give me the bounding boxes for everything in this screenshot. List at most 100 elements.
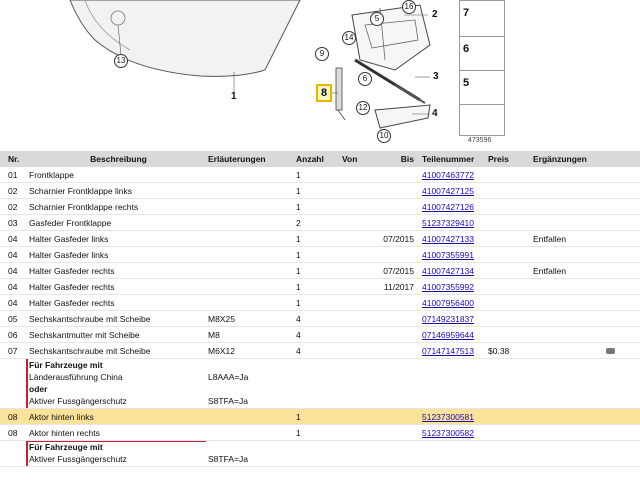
small-part-5[interactable]: 5 <box>460 71 504 105</box>
callout-13[interactable]: 13 <box>114 54 128 68</box>
cell-anz: 1 <box>296 297 301 308</box>
cell-part: 41007463772 <box>422 170 488 180</box>
callout-3[interactable]: 3 <box>433 71 439 82</box>
condition-block-1: Für Fahrzeuge mit Länderausführung China… <box>0 359 640 409</box>
table-body-2: 08 Aktor hinten links 1 51237300581 08 Aktor … <box>0 409 640 441</box>
part-number-link[interactable]: 07146959644 <box>422 330 474 340</box>
table-row[interactable]: 04 Halter Gasfeder rechts 1 41007956400 <box>0 295 640 311</box>
cell-desc: Halter Gasfeder rechts <box>29 281 115 292</box>
part-number-link[interactable]: 41007956400 <box>422 298 474 308</box>
cell-bis: 11/2017 <box>383 281 414 292</box>
callout-12[interactable]: 12 <box>356 101 370 115</box>
part-number-link[interactable]: 51237300582 <box>422 428 474 438</box>
table-row[interactable]: 04 Halter Gasfeder rechts 1 07/2015 41007427… <box>0 263 640 279</box>
cell-nr: 01 <box>8 169 18 180</box>
table-row[interactable]: 04 Halter Gasfeder links 1 41007355991 <box>0 247 640 263</box>
cond2-option: Aktiver Fussgängerschutz <box>29 454 127 464</box>
cell-part: 41007427125 <box>422 186 488 196</box>
cell-anz: 1 <box>296 249 301 260</box>
callout-14[interactable]: 14 <box>342 31 356 45</box>
part-number-link[interactable]: 51237329410 <box>422 218 474 228</box>
hood-illustration <box>69 0 499 133</box>
callout-9[interactable]: 9 <box>315 47 329 61</box>
cell-nr: 07 <box>8 345 18 356</box>
cell-nr: 05 <box>8 313 18 324</box>
part-number-link[interactable]: 51237300581 <box>422 412 474 422</box>
cond1-option: Länderausführung China <box>29 372 123 382</box>
part-number-link[interactable]: 41007463772 <box>422 170 474 180</box>
cell-anz: 1 <box>296 427 301 438</box>
callout-1[interactable]: 1 <box>231 91 237 102</box>
table-row[interactable]: 01 Frontklappe 1 41007463772 <box>0 167 640 183</box>
cell-anz: 4 <box>296 345 301 356</box>
part-number-link[interactable]: 41007427133 <box>422 234 474 244</box>
cell-desc: Halter Gasfeder rechts <box>29 297 115 308</box>
small-part-6[interactable]: 6 <box>460 37 504 71</box>
cell-part: 41007427126 <box>422 202 488 212</box>
table-row[interactable]: 03 Gasfeder Frontklappe 2 51237329410 <box>0 215 640 231</box>
cell-part: 07146959644 <box>422 330 488 340</box>
part-number-link[interactable]: 07147147513 <box>422 346 474 356</box>
table-row[interactable]: 06 Sechskantmutter mit Scheibe M8 4 07146959… <box>0 327 640 343</box>
cell-bis: 07/2015 <box>383 265 414 276</box>
parts-diagram: 13 1 9 14 6 5 16 2 3 8 12 4 10 7 6 5 473… <box>0 0 640 150</box>
cell-part: 41007355991 <box>422 250 488 260</box>
callout-5[interactable]: 5 <box>370 12 384 26</box>
cell-part: 51237300581 <box>422 412 488 422</box>
cell-desc: Aktor hinten links <box>29 411 94 422</box>
cell-desc: Gasfeder Frontklappe <box>29 217 112 228</box>
cell-anz: 1 <box>296 169 301 180</box>
part-number-link[interactable]: 41007427134 <box>422 266 474 276</box>
part-number-link[interactable]: 41007355991 <box>422 250 474 260</box>
part-number-link[interactable]: 07149231837 <box>422 314 474 324</box>
header-erg: Ergänzungen <box>533 154 587 164</box>
table-row[interactable]: 08 Aktor hinten rechts 1 51237300582 <box>0 425 640 441</box>
cond2-title: Für Fahrzeuge mit <box>29 442 103 452</box>
callout-8-highlighted[interactable]: 8 <box>316 84 332 102</box>
header-desc: Beschreibung <box>90 154 147 164</box>
cell-part: 41007427134 <box>422 266 488 276</box>
cell-nr: 08 <box>8 411 18 422</box>
table-row[interactable]: 05 Sechskantschraube mit Scheibe M8X25 4 071… <box>0 311 640 327</box>
callout-6[interactable]: 6 <box>358 72 372 86</box>
table-row[interactable]: 04 Halter Gasfeder links 1 07/2015 410074271… <box>0 231 640 247</box>
cond1-or: oder <box>29 384 48 394</box>
table-row[interactable]: 07 Sechskantschraube mit Scheibe M6X12 4 071… <box>0 343 640 359</box>
table-header: Nr. Beschreibung Erläuterungen Anzahl Vo… <box>0 151 640 167</box>
cell-bis: 07/2015 <box>383 233 414 244</box>
callout-16[interactable]: 16 <box>402 0 416 14</box>
part-number-link[interactable]: 41007427126 <box>422 202 474 212</box>
cart-icon[interactable] <box>606 347 615 354</box>
header-preis: Preis <box>488 154 509 164</box>
cell-part: 41007427133 <box>422 234 488 244</box>
cell-desc: Halter Gasfeder rechts <box>29 265 115 276</box>
cell-anz: 1 <box>296 265 301 276</box>
callout-4[interactable]: 4 <box>432 108 438 119</box>
table-row[interactable]: 04 Halter Gasfeder rechts 1 11/2017 41007355… <box>0 279 640 295</box>
table-row[interactable]: 02 Scharnier Frontklappe rechts 1 410074271… <box>0 199 640 215</box>
header-part: Teilenummer <box>422 154 475 164</box>
cell-erg: Entfallen <box>533 233 567 244</box>
header-nr: Nr. <box>8 154 20 164</box>
cell-desc: Halter Gasfeder links <box>29 249 109 260</box>
cell-part: 41007355992 <box>422 282 488 292</box>
cell-desc: Aktor hinten rechts <box>29 427 100 438</box>
table-row[interactable]: 02 Scharnier Frontklappe links 1 4100742712… <box>0 183 640 199</box>
table-row-highlighted[interactable]: 08 Aktor hinten links 1 51237300581 <box>0 409 640 425</box>
cell-erl: M8 <box>208 329 220 340</box>
cell-anz: 1 <box>296 281 301 292</box>
cell-nr: 02 <box>8 201 18 212</box>
cell-anz: 4 <box>296 313 301 324</box>
callout-10[interactable]: 10 <box>377 129 391 143</box>
cell-nr: 04 <box>8 297 18 308</box>
callout-2[interactable]: 2 <box>432 9 438 20</box>
header-von: Von <box>342 154 358 164</box>
part-number-link[interactable]: 41007427125 <box>422 186 474 196</box>
cell-nr: 06 <box>8 329 18 340</box>
cond1-title: Für Fahrzeuge mit <box>29 360 103 370</box>
small-part-7[interactable]: 7 <box>460 1 504 37</box>
cell-nr: 04 <box>8 281 18 292</box>
cell-desc: Sechskantschraube mit Scheibe <box>29 345 151 356</box>
cell-desc: Sechskantmutter mit Scheibe <box>29 329 140 340</box>
part-number-link[interactable]: 41007355992 <box>422 282 474 292</box>
